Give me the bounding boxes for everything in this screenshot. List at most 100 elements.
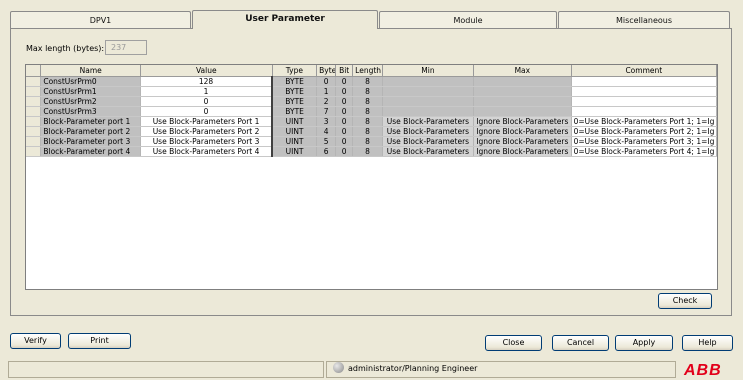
apply-button[interactable]: Apply bbox=[615, 335, 673, 351]
cell-type: BYTE bbox=[272, 96, 318, 107]
cell-comment bbox=[571, 96, 717, 107]
tab-strip: DPV1 User Parameter Module Miscellaneous bbox=[10, 10, 730, 29]
cell-value[interactable]: 128 bbox=[140, 76, 274, 87]
cell-value[interactable]: 0 bbox=[140, 106, 274, 117]
cell-value[interactable]: 0 bbox=[140, 96, 274, 107]
cell-value[interactable]: Use Block-Parameters Port 2 bbox=[140, 126, 274, 137]
cell-max bbox=[473, 76, 572, 87]
parameter-grid[interactable]: Name Value Type Byte Bit Length Min Max … bbox=[25, 64, 718, 290]
cell-byte: 2 bbox=[316, 96, 337, 107]
row-header[interactable] bbox=[26, 106, 42, 117]
cell-type: BYTE bbox=[272, 106, 318, 117]
column-header-byte[interactable]: Byte bbox=[316, 65, 337, 77]
cell-comment bbox=[571, 76, 717, 87]
cell-max: Ignore Block-Parameters bbox=[473, 116, 572, 127]
cell-bit: 0 bbox=[335, 96, 354, 107]
cell-length: 8 bbox=[352, 126, 383, 137]
cell-comment bbox=[571, 86, 717, 97]
cell-comment: 0=Use Block-Parameters Port 3; 1=Ig bbox=[571, 136, 717, 147]
cell-bit: 0 bbox=[335, 116, 354, 127]
table-row[interactable]: Block-Parameter port 2 Use Block-Paramet… bbox=[26, 126, 717, 137]
grid-header-row: Name Value Type Byte Bit Length Min Max … bbox=[26, 65, 717, 77]
table-row[interactable]: ConstUsrPrm1 1 BYTE 1 0 8 bbox=[26, 86, 717, 97]
cell-byte: 0 bbox=[316, 76, 337, 87]
cell-max bbox=[473, 96, 572, 107]
status-panel-left bbox=[8, 361, 324, 378]
cell-comment bbox=[571, 106, 717, 117]
check-button[interactable]: Check bbox=[658, 293, 712, 309]
cell-min bbox=[382, 76, 475, 87]
cell-type: UINT bbox=[272, 136, 318, 147]
row-header[interactable] bbox=[26, 116, 42, 127]
cell-comment: 0=Use Block-Parameters Port 2; 1=Ig bbox=[571, 126, 717, 137]
status-user-text: administrator/Planning Engineer bbox=[348, 364, 478, 373]
row-header-corner bbox=[26, 65, 42, 77]
cell-name: ConstUsrPrm3 bbox=[40, 106, 142, 117]
column-header-length[interactable]: Length bbox=[352, 65, 383, 77]
cell-min: Use Block-Parameters bbox=[382, 116, 475, 127]
row-header[interactable] bbox=[26, 136, 42, 147]
cell-length: 8 bbox=[352, 136, 383, 147]
row-header[interactable] bbox=[26, 146, 42, 157]
cell-byte: 1 bbox=[316, 86, 337, 97]
cell-name: ConstUsrPrm0 bbox=[40, 76, 142, 87]
cell-value[interactable]: Use Block-Parameters Port 1 bbox=[140, 116, 274, 127]
column-header-min[interactable]: Min bbox=[382, 65, 475, 77]
cell-bit: 0 bbox=[335, 86, 354, 97]
row-header[interactable] bbox=[26, 96, 42, 107]
row-header[interactable] bbox=[26, 76, 42, 87]
cell-byte: 7 bbox=[316, 106, 337, 117]
cell-name: ConstUsrPrm1 bbox=[40, 86, 142, 97]
tab-dpv1[interactable]: DPV1 bbox=[10, 11, 191, 28]
print-button[interactable]: Print bbox=[68, 333, 131, 349]
cell-value[interactable]: Use Block-Parameters Port 4 bbox=[140, 146, 274, 157]
cell-value[interactable]: Use Block-Parameters Port 3 bbox=[140, 136, 274, 147]
cell-length: 8 bbox=[352, 106, 383, 117]
table-row[interactable]: ConstUsrPrm2 0 BYTE 2 0 8 bbox=[26, 96, 717, 107]
cell-type: BYTE bbox=[272, 76, 318, 87]
column-header-max[interactable]: Max bbox=[473, 65, 572, 77]
table-row[interactable]: Block-Parameter port 1 Use Block-Paramet… bbox=[26, 116, 717, 127]
cell-bit: 0 bbox=[335, 76, 354, 87]
verify-button[interactable]: Verify bbox=[10, 333, 61, 349]
cell-value[interactable]: 1 bbox=[140, 86, 274, 97]
cell-bit: 0 bbox=[335, 136, 354, 147]
cell-type: UINT bbox=[272, 146, 318, 157]
column-header-comment[interactable]: Comment bbox=[571, 65, 717, 77]
globe-icon bbox=[333, 362, 344, 373]
tab-user-parameter[interactable]: User Parameter bbox=[192, 10, 378, 29]
cell-comment: 0=Use Block-Parameters Port 1; 1=Ig bbox=[571, 116, 717, 127]
cell-byte: 3 bbox=[316, 116, 337, 127]
cell-byte: 6 bbox=[316, 146, 337, 157]
table-row[interactable]: Block-Parameter port 3 Use Block-Paramet… bbox=[26, 136, 717, 147]
tab-miscellaneous[interactable]: Miscellaneous bbox=[558, 11, 730, 28]
column-header-value[interactable]: Value bbox=[140, 65, 273, 77]
cell-max: Ignore Block-Parameters bbox=[473, 126, 572, 137]
cell-name: Block-Parameter port 4 bbox=[40, 146, 142, 157]
table-row[interactable]: ConstUsrPrm3 0 BYTE 7 0 8 bbox=[26, 106, 717, 117]
cell-name: Block-Parameter port 2 bbox=[40, 126, 142, 137]
tab-module[interactable]: Module bbox=[379, 11, 557, 28]
column-header-bit[interactable]: Bit bbox=[335, 65, 354, 77]
cell-byte: 4 bbox=[316, 126, 337, 137]
table-row[interactable]: ConstUsrPrm0 128 BYTE 0 0 8 bbox=[26, 76, 717, 87]
close-button[interactable]: Close bbox=[485, 335, 542, 351]
cell-name: Block-Parameter port 3 bbox=[40, 136, 142, 147]
cell-comment: 0=Use Block-Parameters Port 4; 1=Ig bbox=[571, 146, 717, 157]
max-length-label: Max length (bytes): bbox=[26, 44, 105, 53]
cell-length: 8 bbox=[352, 86, 383, 97]
cancel-button[interactable]: Cancel bbox=[552, 335, 609, 351]
cell-name: Block-Parameter port 1 bbox=[40, 116, 142, 127]
cell-type: UINT bbox=[272, 116, 318, 127]
cell-bit: 0 bbox=[335, 146, 354, 157]
column-header-name[interactable]: Name bbox=[40, 65, 142, 77]
help-button[interactable]: Help bbox=[682, 335, 733, 351]
max-length-field: 237 bbox=[105, 40, 147, 55]
column-header-type[interactable]: Type bbox=[272, 65, 318, 77]
cell-type: UINT bbox=[272, 126, 318, 137]
cell-max: Ignore Block-Parameters bbox=[473, 146, 572, 157]
cell-min: Use Block-Parameters bbox=[382, 136, 475, 147]
row-header[interactable] bbox=[26, 86, 42, 97]
table-row[interactable]: Block-Parameter port 4 Use Block-Paramet… bbox=[26, 146, 717, 157]
row-header[interactable] bbox=[26, 126, 42, 137]
